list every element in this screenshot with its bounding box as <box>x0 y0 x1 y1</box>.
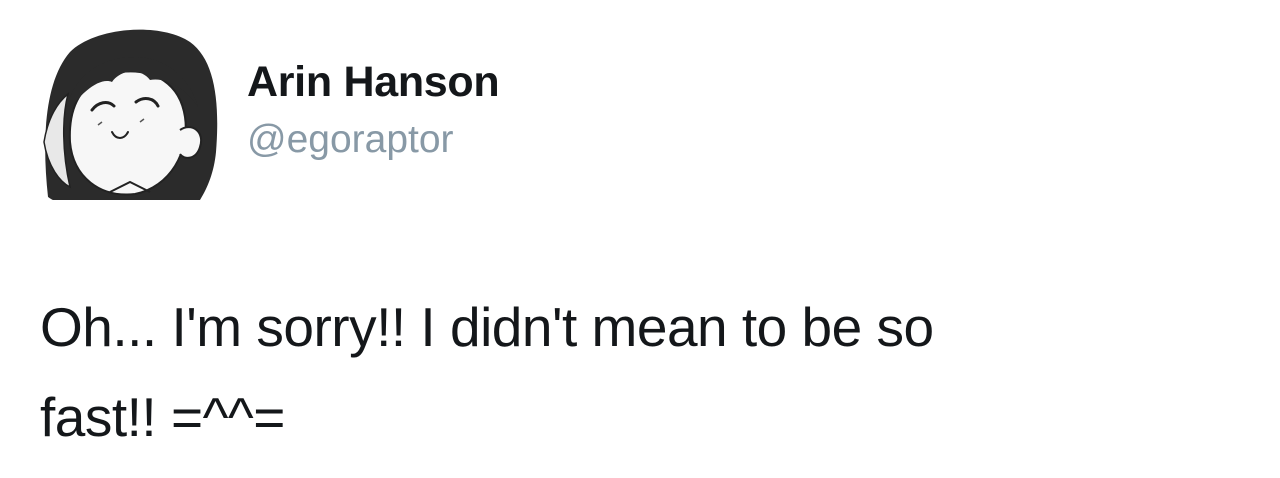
profile-avatar[interactable] <box>40 22 220 202</box>
tweet-card: Arin Hanson @egoraptor Oh... I'm sorry!!… <box>0 0 1280 478</box>
tweet-text-line: fast!! =^^= <box>40 386 285 448</box>
cartoon-avatar-icon <box>43 29 218 200</box>
author-display-name[interactable]: Arin Hanson <box>247 58 500 107</box>
tweet-body: Oh... I'm sorry!! I didn't mean to be so… <box>40 282 1220 462</box>
author-handle[interactable]: @egoraptor <box>247 118 454 162</box>
tweet-text-line: Oh... I'm sorry!! I didn't mean to be so <box>40 296 934 358</box>
